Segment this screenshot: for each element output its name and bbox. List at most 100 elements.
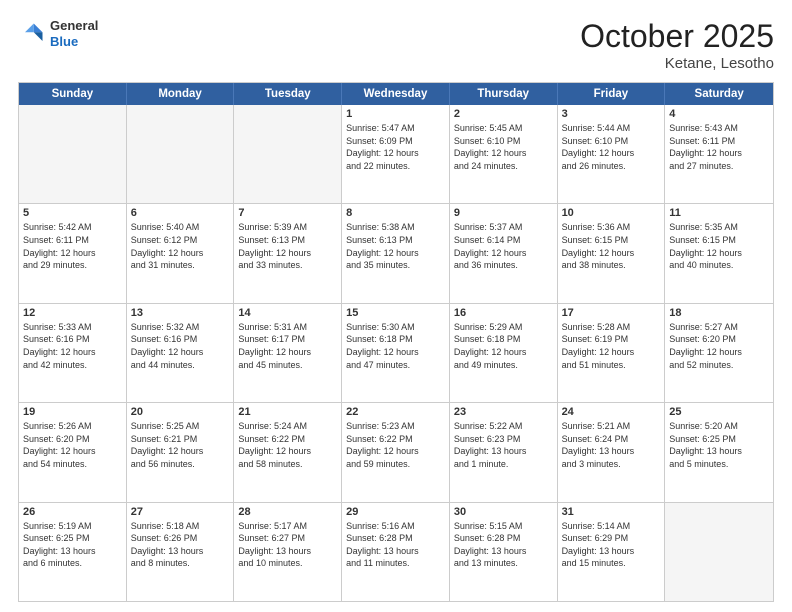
cell-content: Sunrise: 5:15 AM Sunset: 6:28 PM Dayligh… xyxy=(454,520,553,570)
calendar-cell-18: 18 Sunrise: 5:27 AM Sunset: 6:20 PM Dayli… xyxy=(665,304,773,402)
header-day-monday: Monday xyxy=(127,83,235,105)
calendar-cell-14: 14 Sunrise: 5:31 AM Sunset: 6:17 PM Dayli… xyxy=(234,304,342,402)
page: General Blue October 2025 Ketane, Lesoth… xyxy=(0,0,792,612)
calendar-body: 1 Sunrise: 5:47 AM Sunset: 6:09 PM Daylig… xyxy=(19,105,773,601)
day-number: 27 xyxy=(131,506,230,518)
header-day-friday: Friday xyxy=(558,83,666,105)
calendar-cell-19: 19 Sunrise: 5:26 AM Sunset: 6:20 PM Dayli… xyxy=(19,403,127,501)
calendar-cell-17: 17Sunrise: 5:28 AM Sunset: 6:19 PM Dayli… xyxy=(558,304,666,402)
day-number: 2 xyxy=(454,108,553,120)
day-number: 31 xyxy=(562,506,661,518)
day-number: 4 xyxy=(669,108,769,120)
header-day-wednesday: Wednesday xyxy=(342,83,450,105)
calendar-cell-1: 1 Sunrise: 5:47 AM Sunset: 6:09 PM Daylig… xyxy=(342,105,450,203)
cell-content: Sunrise: 5:27 AM Sunset: 6:20 PM Dayligh… xyxy=(669,321,769,371)
calendar-cell-29: 29 Sunrise: 5:16 AM Sunset: 6:28 PM Dayli… xyxy=(342,503,450,601)
cell-content: Sunrise: 5:23 AM Sunset: 6:22 PM Dayligh… xyxy=(346,420,445,470)
cell-content: Sunrise: 5:16 AM Sunset: 6:28 PM Dayligh… xyxy=(346,520,445,570)
day-number: 11 xyxy=(669,207,769,219)
location: Ketane, Lesotho xyxy=(580,55,774,72)
calendar-cell-24: 24 Sunrise: 5:21 AM Sunset: 6:24 PM Dayli… xyxy=(558,403,666,501)
cell-content: Sunrise: 5:29 AM Sunset: 6:18 PM Dayligh… xyxy=(454,321,553,371)
calendar-cell-26: 26Sunrise: 5:19 AM Sunset: 6:25 PM Dayli… xyxy=(19,503,127,601)
calendar-row-1: 5 Sunrise: 5:42 AM Sunset: 6:11 PM Daylig… xyxy=(19,204,773,303)
cell-content: Sunrise: 5:47 AM Sunset: 6:09 PM Dayligh… xyxy=(346,122,445,172)
day-number: 8 xyxy=(346,207,445,219)
calendar-row-2: 12 Sunrise: 5:33 AM Sunset: 6:16 PM Dayli… xyxy=(19,304,773,403)
title-block: October 2025 Ketane, Lesotho xyxy=(580,18,774,72)
calendar-cell-22: 22Sunrise: 5:23 AM Sunset: 6:22 PM Dayli… xyxy=(342,403,450,501)
calendar-header: SundayMondayTuesdayWednesdayThursdayFrid… xyxy=(19,83,773,105)
calendar-cell-10: 10 Sunrise: 5:36 AM Sunset: 6:15 PM Dayli… xyxy=(558,204,666,302)
day-number: 5 xyxy=(23,207,122,219)
calendar-cell-30: 30 Sunrise: 5:15 AM Sunset: 6:28 PM Dayli… xyxy=(450,503,558,601)
calendar-cell-25: 25 Sunrise: 5:20 AM Sunset: 6:25 PM Dayli… xyxy=(665,403,773,501)
day-number: 15 xyxy=(346,307,445,319)
cell-content: Sunrise: 5:39 AM Sunset: 6:13 PM Dayligh… xyxy=(238,221,337,271)
day-number: 12 xyxy=(23,307,122,319)
cell-content: Sunrise: 5:31 AM Sunset: 6:17 PM Dayligh… xyxy=(238,321,337,371)
day-number: 14 xyxy=(238,307,337,319)
cell-content: Sunrise: 5:37 AM Sunset: 6:14 PM Dayligh… xyxy=(454,221,553,271)
month-title: October 2025 xyxy=(580,18,774,55)
day-number: 25 xyxy=(669,406,769,418)
day-number: 28 xyxy=(238,506,337,518)
cell-content: Sunrise: 5:26 AM Sunset: 6:20 PM Dayligh… xyxy=(23,420,122,470)
day-number: 1 xyxy=(346,108,445,120)
day-number: 19 xyxy=(23,406,122,418)
calendar-cell-4: 4Sunrise: 5:43 AM Sunset: 6:11 PM Daylig… xyxy=(665,105,773,203)
calendar-cell-empty-0-1 xyxy=(127,105,235,203)
cell-content: Sunrise: 5:14 AM Sunset: 6:29 PM Dayligh… xyxy=(562,520,661,570)
cell-content: Sunrise: 5:40 AM Sunset: 6:12 PM Dayligh… xyxy=(131,221,230,271)
cell-content: Sunrise: 5:38 AM Sunset: 6:13 PM Dayligh… xyxy=(346,221,445,271)
day-number: 30 xyxy=(454,506,553,518)
calendar-cell-23: 23 Sunrise: 5:22 AM Sunset: 6:23 PM Dayli… xyxy=(450,403,558,501)
calendar-cell-16: 16 Sunrise: 5:29 AM Sunset: 6:18 PM Dayli… xyxy=(450,304,558,402)
cell-content: Sunrise: 5:36 AM Sunset: 6:15 PM Dayligh… xyxy=(562,221,661,271)
day-number: 23 xyxy=(454,406,553,418)
calendar-cell-31: 31 Sunrise: 5:14 AM Sunset: 6:29 PM Dayli… xyxy=(558,503,666,601)
cell-content: Sunrise: 5:18 AM Sunset: 6:26 PM Dayligh… xyxy=(131,520,230,570)
cell-content: Sunrise: 5:45 AM Sunset: 6:10 PM Dayligh… xyxy=(454,122,553,172)
day-number: 18 xyxy=(669,307,769,319)
day-number: 24 xyxy=(562,406,661,418)
header-day-tuesday: Tuesday xyxy=(234,83,342,105)
day-number: 16 xyxy=(454,307,553,319)
cell-content: Sunrise: 5:25 AM Sunset: 6:21 PM Dayligh… xyxy=(131,420,230,470)
cell-content: Sunrise: 5:44 AM Sunset: 6:10 PM Dayligh… xyxy=(562,122,661,172)
calendar-cell-28: 28Sunrise: 5:17 AM Sunset: 6:27 PM Dayli… xyxy=(234,503,342,601)
calendar-cell-9: 9 Sunrise: 5:37 AM Sunset: 6:14 PM Daylig… xyxy=(450,204,558,302)
day-number: 20 xyxy=(131,406,230,418)
cell-content: Sunrise: 5:42 AM Sunset: 6:11 PM Dayligh… xyxy=(23,221,122,271)
calendar-cell-12: 12 Sunrise: 5:33 AM Sunset: 6:16 PM Dayli… xyxy=(19,304,127,402)
day-number: 9 xyxy=(454,207,553,219)
calendar-row-0: 1 Sunrise: 5:47 AM Sunset: 6:09 PM Daylig… xyxy=(19,105,773,204)
calendar-cell-7: 7 Sunrise: 5:39 AM Sunset: 6:13 PM Daylig… xyxy=(234,204,342,302)
day-number: 3 xyxy=(562,108,661,120)
calendar-cell-3: 3 Sunrise: 5:44 AM Sunset: 6:10 PM Daylig… xyxy=(558,105,666,203)
cell-content: Sunrise: 5:32 AM Sunset: 6:16 PM Dayligh… xyxy=(131,321,230,371)
cell-content: Sunrise: 5:30 AM Sunset: 6:18 PM Dayligh… xyxy=(346,321,445,371)
logo-blue: Blue xyxy=(50,34,98,50)
day-number: 29 xyxy=(346,506,445,518)
cell-content: Sunrise: 5:22 AM Sunset: 6:23 PM Dayligh… xyxy=(454,420,553,470)
calendar-cell-11: 11Sunrise: 5:35 AM Sunset: 6:15 PM Dayli… xyxy=(665,204,773,302)
calendar-cell-13: 13Sunrise: 5:32 AM Sunset: 6:16 PM Dayli… xyxy=(127,304,235,402)
day-number: 10 xyxy=(562,207,661,219)
day-number: 7 xyxy=(238,207,337,219)
cell-content: Sunrise: 5:19 AM Sunset: 6:25 PM Dayligh… xyxy=(23,520,122,570)
cell-content: Sunrise: 5:21 AM Sunset: 6:24 PM Dayligh… xyxy=(562,420,661,470)
calendar-cell-empty-0-2 xyxy=(234,105,342,203)
calendar-cell-27: 27 Sunrise: 5:18 AM Sunset: 6:26 PM Dayli… xyxy=(127,503,235,601)
header-day-sunday: Sunday xyxy=(19,83,127,105)
cell-content: Sunrise: 5:20 AM Sunset: 6:25 PM Dayligh… xyxy=(669,420,769,470)
cell-content: Sunrise: 5:33 AM Sunset: 6:16 PM Dayligh… xyxy=(23,321,122,371)
cell-content: Sunrise: 5:28 AM Sunset: 6:19 PM Dayligh… xyxy=(562,321,661,371)
calendar-cell-8: 8 Sunrise: 5:38 AM Sunset: 6:13 PM Daylig… xyxy=(342,204,450,302)
day-number: 6 xyxy=(131,207,230,219)
calendar-cell-5: 5 Sunrise: 5:42 AM Sunset: 6:11 PM Daylig… xyxy=(19,204,127,302)
header: General Blue October 2025 Ketane, Lesoth… xyxy=(18,18,774,72)
calendar-row-4: 26Sunrise: 5:19 AM Sunset: 6:25 PM Dayli… xyxy=(19,503,773,601)
calendar-cell-empty-0-0 xyxy=(19,105,127,203)
calendar: SundayMondayTuesdayWednesdayThursdayFrid… xyxy=(18,82,774,602)
